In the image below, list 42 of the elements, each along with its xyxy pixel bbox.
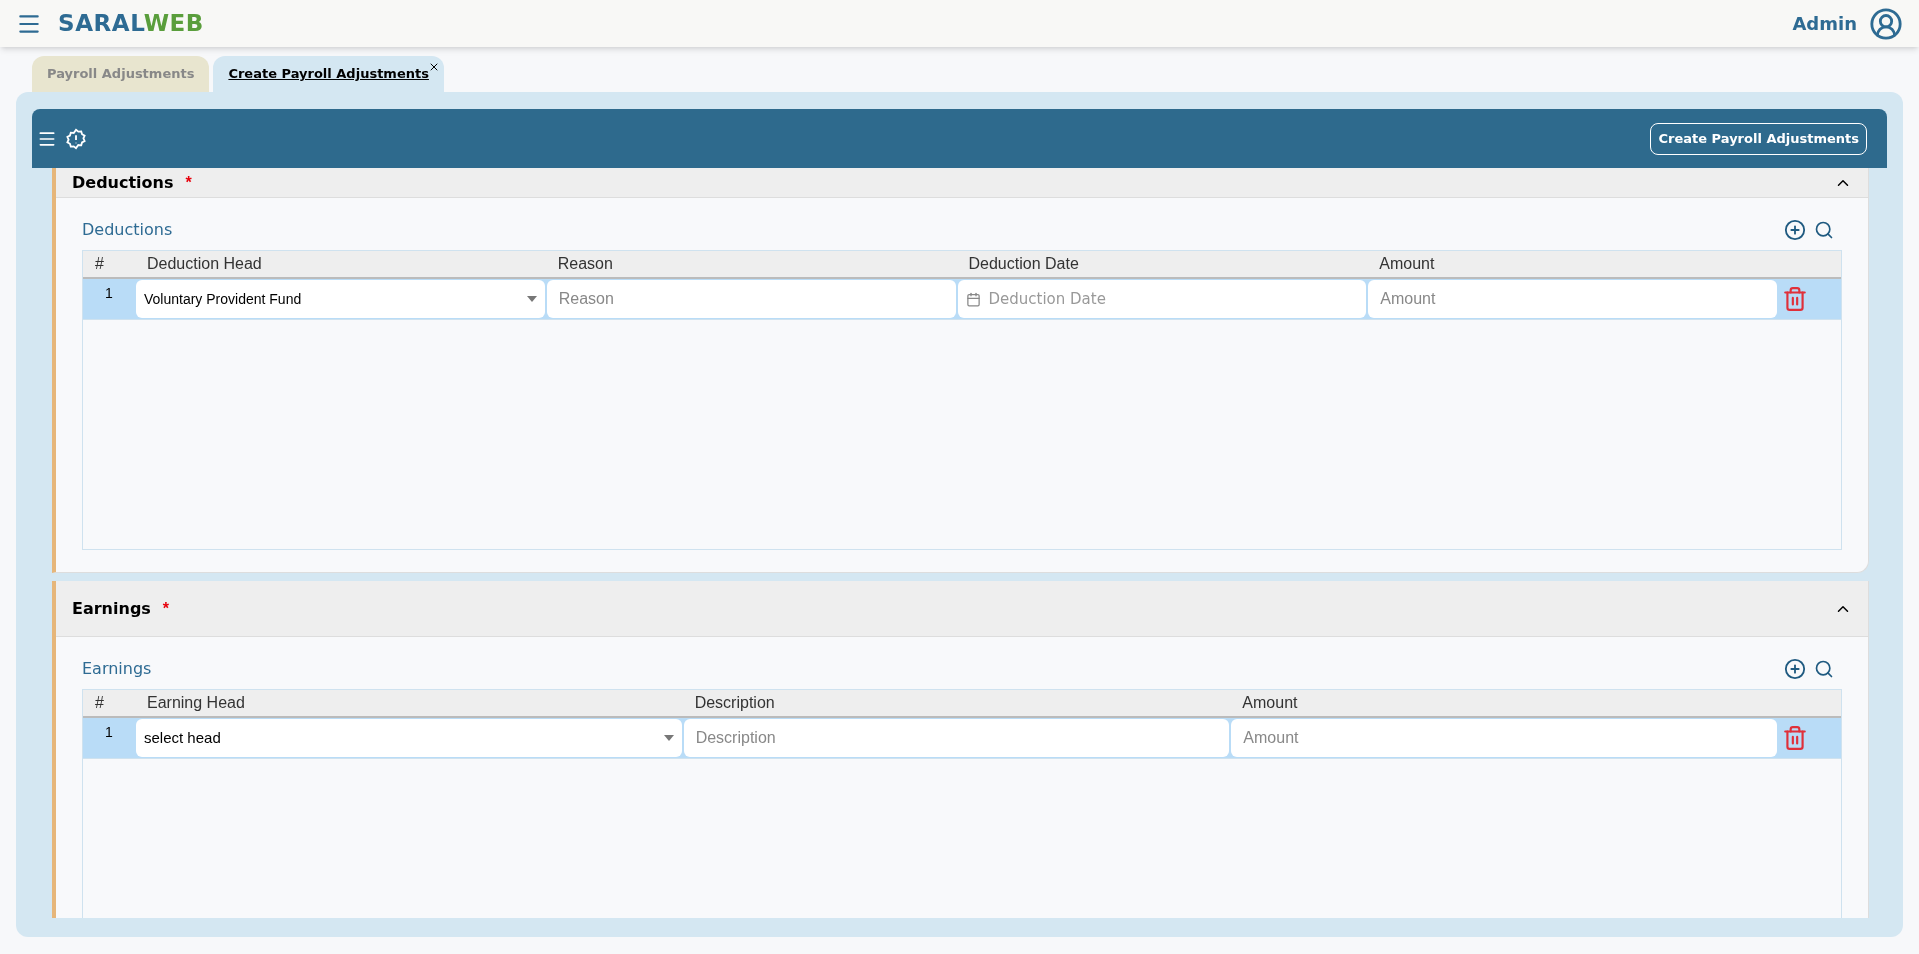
delete-icon[interactable] xyxy=(1782,286,1808,312)
column-header: Deduction Head xyxy=(146,254,263,274)
grid-row[interactable]: 1 Voluntary Provident Fund Reason Deduction Date Amount xyxy=(83,279,1841,320)
select-field[interactable]: Voluntary Provident Fund xyxy=(136,280,545,318)
column-header: Deduction Date xyxy=(967,254,1080,274)
column-header: # xyxy=(94,693,105,713)
grid-row[interactable]: 1 select head Description Amount xyxy=(83,718,1841,759)
text-field[interactable]: Description xyxy=(683,719,1230,757)
column-header: # xyxy=(94,254,105,274)
search-icon[interactable] xyxy=(1814,220,1834,240)
required-mark: * xyxy=(162,598,170,619)
section-title: Earnings xyxy=(72,597,151,620)
brand-logo[interactable]: SARALWEB xyxy=(58,6,204,41)
column-header: Earning Head xyxy=(146,693,246,713)
column-header: Amount xyxy=(1378,254,1436,274)
user-avatar-icon[interactable] xyxy=(1869,6,1903,41)
alert-badge-icon[interactable] xyxy=(65,127,87,150)
search-icon[interactable] xyxy=(1814,659,1834,679)
grid-title: Deductions xyxy=(82,219,173,241)
dropdown-caret-icon xyxy=(663,735,674,741)
select-field[interactable]: select head xyxy=(136,719,682,757)
column-header: Amount xyxy=(1241,693,1299,713)
section-title: Deductions xyxy=(72,171,174,194)
row-number: 1 xyxy=(104,723,114,742)
section-header[interactable]: Deductions * xyxy=(56,168,1868,198)
required-mark: * xyxy=(185,172,192,193)
grid-title: Earnings xyxy=(82,658,152,680)
section-header[interactable]: Earnings * xyxy=(56,581,1868,637)
tab[interactable]: Create Payroll Adjustments xyxy=(213,56,444,92)
column-header: Reason xyxy=(556,254,614,274)
delete-icon[interactable] xyxy=(1782,725,1808,751)
column-header: Description xyxy=(693,693,776,713)
dropdown-caret-icon xyxy=(526,296,537,302)
row-number: 1 xyxy=(104,284,114,303)
text-field[interactable]: Amount xyxy=(1368,280,1777,318)
add-icon[interactable] xyxy=(1784,219,1806,241)
text-field[interactable]: Reason xyxy=(546,280,956,318)
create-button[interactable]: Create Payroll Adjustments xyxy=(1650,122,1867,155)
add-icon[interactable] xyxy=(1784,658,1806,680)
user-name[interactable]: Admin xyxy=(1792,10,1857,37)
calendar-icon xyxy=(965,291,981,307)
text-field[interactable]: Amount xyxy=(1231,719,1777,757)
